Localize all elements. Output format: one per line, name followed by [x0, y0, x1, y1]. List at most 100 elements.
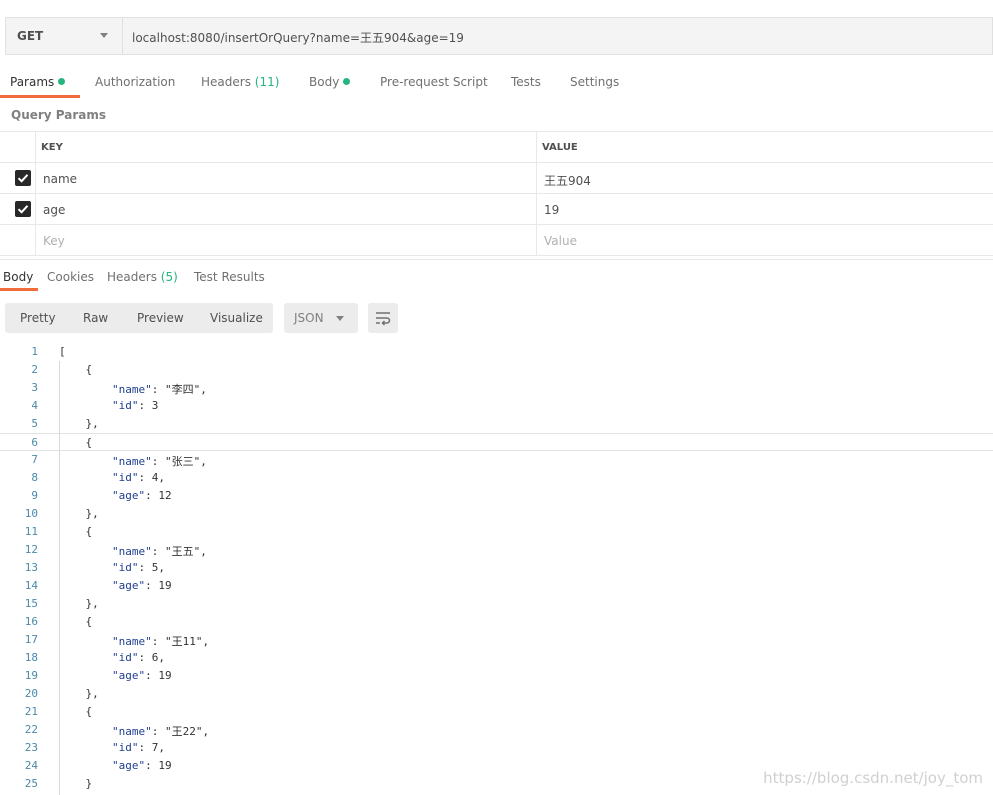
key-header: KEY — [41, 142, 63, 153]
value-header: VALUE — [542, 142, 578, 153]
tab-label: Authorization — [95, 75, 176, 89]
line-number: 3 — [31, 381, 38, 394]
param-row: name 王五904 — [0, 163, 993, 194]
tab-label: Body — [309, 75, 340, 89]
code-line: 23 "id": 7, — [0, 739, 993, 757]
response-body-viewer[interactable]: 1[2 {3 "name": "李四", 4 "id": 35 }, 6 {7 "n… — [0, 343, 993, 795]
code-text: "age": 19 — [111, 669, 172, 682]
tab-test-results[interactable]: Test Results — [194, 270, 265, 284]
code-line: 7 "name": "张三", — [0, 451, 993, 469]
query-params-title: Query Params — [11, 108, 107, 122]
param-key[interactable]: name — [43, 172, 77, 186]
line-number: 22 — [24, 723, 38, 736]
request-tabs: Params Authorization Headers (11) Body P… — [0, 66, 993, 98]
code-text: }, — [59, 417, 99, 430]
active-tab-underline — [0, 288, 38, 291]
code-line: 12 "name": "王五", — [0, 541, 993, 559]
param-row: age 19 — [0, 194, 993, 225]
chevron-down-icon — [100, 33, 108, 38]
tab-authorization[interactable]: Authorization — [95, 75, 175, 89]
param-key[interactable]: age — [43, 203, 65, 217]
code-text: "name": "王五", — [111, 545, 207, 558]
line-number: 2 — [31, 363, 38, 376]
chevron-down-icon — [336, 316, 344, 321]
code-line: 1[ — [0, 343, 993, 361]
pretty-button[interactable]: Pretty — [20, 311, 56, 325]
tab-settings[interactable]: Settings — [570, 75, 619, 89]
tab-tests[interactable]: Tests — [511, 75, 541, 89]
code-text: }, — [59, 507, 99, 520]
method-select[interactable]: GET — [6, 18, 123, 54]
tab-count: (5) — [160, 270, 178, 284]
line-number: 16 — [24, 615, 38, 628]
line-number: 18 — [24, 651, 38, 664]
tab-params[interactable]: Params — [10, 75, 66, 89]
query-params-table: KEY VALUE name 王五904 age 19 Key Value — [0, 131, 993, 256]
line-number: 7 — [31, 453, 38, 466]
value-input-placeholder[interactable]: Value — [544, 234, 577, 248]
tab-headers[interactable]: Headers (11) — [201, 75, 279, 89]
code-line: 5 }, — [0, 415, 993, 433]
tab-label: Headers — [201, 75, 251, 89]
code-line: 16 { — [0, 613, 993, 631]
line-number: 13 — [24, 561, 38, 574]
tab-response-body[interactable]: Body — [3, 270, 33, 284]
param-checkbox[interactable] — [15, 170, 31, 186]
visualize-button[interactable]: Visualize — [210, 311, 263, 325]
code-line: 22 "name": "王22", — [0, 721, 993, 739]
code-line: 21 { — [0, 703, 993, 721]
code-text: } — [59, 777, 93, 790]
code-line: 2 { — [0, 361, 993, 379]
format-select[interactable]: JSON — [284, 303, 358, 333]
code-text: { — [59, 705, 93, 718]
key-input-placeholder[interactable]: Key — [43, 234, 65, 248]
code-line: 4 "id": 3 — [0, 397, 993, 415]
tab-cookies[interactable]: Cookies — [47, 270, 94, 284]
line-number: 10 — [24, 507, 38, 520]
active-tab-underline — [0, 95, 80, 98]
code-text: "age": 19 — [111, 759, 172, 772]
wrap-lines-icon — [376, 312, 391, 326]
tab-label: Pre-request Script — [380, 75, 488, 89]
param-row-empty: Key Value — [0, 225, 993, 256]
check-icon — [17, 174, 29, 183]
param-checkbox[interactable] — [15, 201, 31, 217]
code-text: "age": 19 — [111, 579, 172, 592]
code-line: 9 "age": 12 — [0, 487, 993, 505]
code-text: { — [59, 525, 93, 538]
check-icon — [17, 205, 29, 214]
wrap-lines-button[interactable] — [368, 303, 398, 333]
tab-label: Tests — [511, 75, 541, 89]
code-text: "age": 12 — [111, 489, 172, 502]
code-text: "name": "李四", — [111, 383, 207, 396]
line-number: 1 — [31, 345, 38, 358]
request-url-bar: GET localhost:8080/insertOrQuery?name=王五… — [5, 17, 993, 55]
code-text: "name": "王11", — [111, 635, 210, 648]
watermark: https://blog.csdn.net/joy_tom — [763, 769, 983, 787]
code-text: "name": "王22", — [111, 725, 210, 738]
tab-response-headers[interactable]: Headers (5) — [107, 270, 178, 284]
status-dot — [58, 78, 66, 85]
url-input[interactable]: localhost:8080/insertOrQuery?name=王五904&… — [132, 29, 464, 46]
param-value[interactable]: 19 — [544, 203, 559, 217]
raw-button[interactable]: Raw — [83, 311, 108, 325]
param-value[interactable]: 王五904 — [544, 172, 591, 189]
preview-button[interactable]: Preview — [137, 311, 184, 325]
method-label: GET — [17, 29, 44, 43]
code-text: "id": 7, — [111, 741, 165, 754]
column-divider — [536, 131, 537, 255]
code-text: "name": "张三", — [111, 455, 207, 468]
code-text: { — [59, 436, 93, 449]
code-line: 15 }, — [0, 595, 993, 613]
line-number: 6 — [31, 436, 38, 449]
format-label: JSON — [294, 311, 324, 325]
code-line: 11 { — [0, 523, 993, 541]
tab-count: (11) — [254, 75, 280, 89]
tab-pre-request-script[interactable]: Pre-request Script — [380, 75, 488, 89]
tab-body[interactable]: Body — [309, 75, 351, 89]
line-number: 4 — [31, 399, 38, 412]
code-line: 8 "id": 4, — [0, 469, 993, 487]
line-number: 25 — [24, 777, 38, 790]
code-text: "id": 4, — [111, 471, 165, 484]
line-number: 20 — [24, 687, 38, 700]
